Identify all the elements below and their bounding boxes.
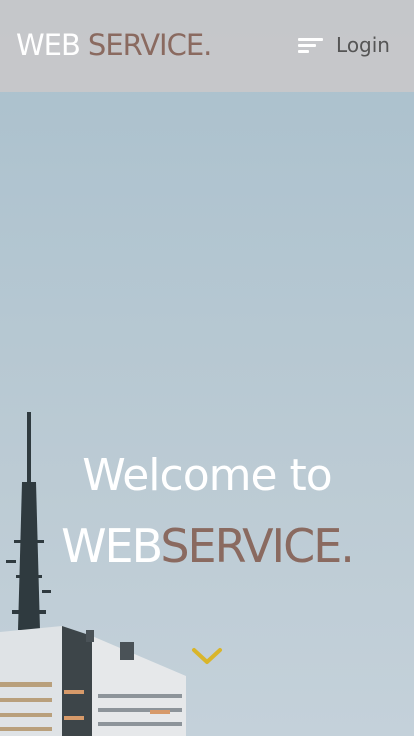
scroll-down-button[interactable] <box>190 644 224 670</box>
site-logo[interactable]: WEB SERVICE. <box>16 28 212 62</box>
logo-dot-text: . <box>203 28 212 62</box>
logo-service-text: SERVICE <box>87 28 204 62</box>
logo-web-text: WEB <box>16 28 81 62</box>
brand-dot-text: . <box>340 519 355 573</box>
brand-heading: WEBSERVICE. <box>0 515 414 577</box>
login-label: Login <box>336 33 390 57</box>
welcome-heading: Welcome to <box>82 450 332 501</box>
hero-section: Welcome to WEBSERVICE. <box>0 0 414 736</box>
brand-service-text: SERVICE <box>160 519 342 573</box>
top-navbar: WEB SERVICE. Login <box>0 0 414 92</box>
chevron-down-icon <box>192 648 222 664</box>
city-background-image <box>0 412 186 736</box>
hamburger-menu-icon <box>298 35 324 55</box>
login-menu-button[interactable]: Login <box>298 32 390 58</box>
brand-web-text: WEB <box>61 519 162 573</box>
